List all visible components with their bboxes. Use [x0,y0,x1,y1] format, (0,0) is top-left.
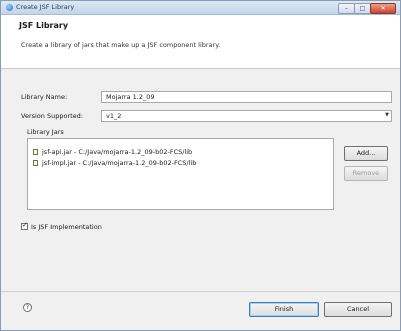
chevron-down-icon: ▼ [385,112,389,118]
jar-path: jsf-api.jar - C:/Java/mojarra-1.2_09-b02… [42,148,193,156]
cancel-button[interactable]: Cancel [324,302,392,317]
version-supported-label: Version Supported: [21,112,83,120]
dialog-window: Create JSF Library – □ ✕ JSF Library Cre… [0,0,401,331]
add-jar-button[interactable]: Add... [344,146,388,161]
header-description: Create a library of jars that make up a … [21,41,221,49]
header-title: JSF Library [19,21,69,30]
remove-jar-button[interactable]: Remove [344,166,388,181]
jar-file-icon [33,149,38,155]
jar-path: jsf-impl.jar - C:/Java/mojarra-1.2_09-b0… [42,159,197,167]
maximize-button[interactable]: □ [354,3,371,14]
finish-button[interactable]: Finish [249,302,319,317]
eclipse-icon [6,4,13,11]
library-name-input[interactable] [101,91,392,103]
title-bar[interactable]: Create JSF Library – □ ✕ [1,1,400,15]
footer-divider [1,291,400,292]
library-jars-list[interactable]: jsf-api.jar - C:/Java/mojarra-1.2_09-b02… [27,138,334,210]
minimize-button[interactable]: – [338,3,355,14]
version-supported-value: v1_2 [106,112,122,120]
version-supported-select[interactable]: v1_2 ▼ [101,110,392,122]
jar-file-icon [33,160,38,166]
library-jars-label: Library Jars [27,128,64,136]
help-icon[interactable]: ? [23,303,32,312]
library-name-label: Library Name: [21,93,68,101]
is-jsf-implementation-label: Is JSF Implementation [31,223,102,231]
close-button[interactable]: ✕ [370,3,396,14]
dialog-header: JSF Library Create a library of jars tha… [1,15,400,69]
checkmark-icon: ✓ [22,221,28,229]
window-title: Create JSF Library [16,3,75,11]
is-jsf-implementation-checkbox[interactable]: ✓ [21,221,28,230]
